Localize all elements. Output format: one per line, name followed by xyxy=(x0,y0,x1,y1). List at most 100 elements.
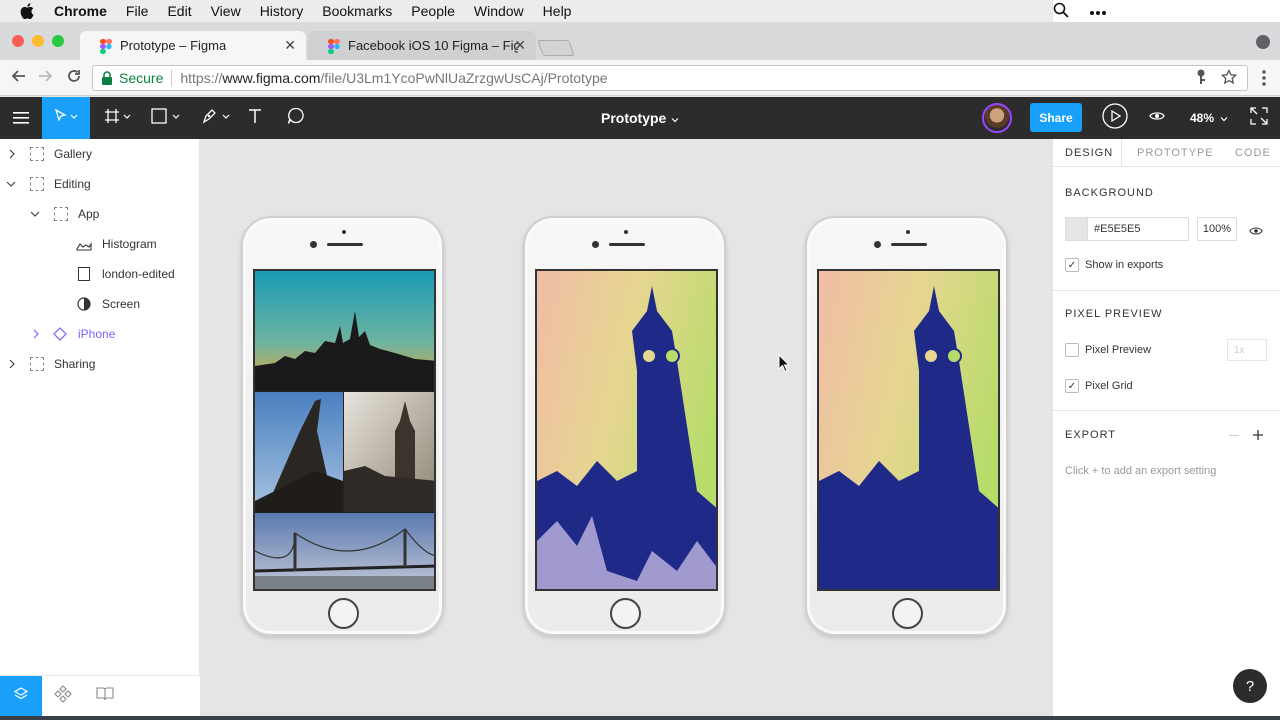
menu-people[interactable]: People xyxy=(411,3,455,19)
new-tab-button[interactable] xyxy=(537,40,575,56)
iphone-frame-gallery[interactable] xyxy=(241,216,444,636)
forward-arrow-icon[interactable] xyxy=(36,68,56,88)
chevron-right-icon[interactable] xyxy=(31,329,41,339)
tab-code[interactable]: CODE xyxy=(1235,139,1271,167)
gallery-screen[interactable] xyxy=(253,269,436,591)
gallery-photos xyxy=(255,271,434,589)
divider xyxy=(1053,410,1280,411)
menu-view[interactable]: View xyxy=(211,3,241,19)
share-button[interactable]: Share xyxy=(1030,103,1082,132)
chevron-down-icon[interactable] xyxy=(6,179,16,189)
sharing-screen[interactable] xyxy=(817,269,1000,591)
background-section-title: BACKGROUND xyxy=(1065,187,1154,199)
tab-prototype[interactable]: PROTOTYPE xyxy=(1137,139,1214,167)
tab-prototype-figma[interactable]: Prototype – Figma ✕ xyxy=(80,31,306,60)
comment-tool-button[interactable] xyxy=(282,97,310,139)
editing-screen[interactable] xyxy=(535,269,718,591)
layer-label: Screen xyxy=(102,297,141,311)
layer-histogram[interactable]: Histogram xyxy=(0,229,200,259)
tab-label: Prototype – Figma xyxy=(120,38,227,53)
close-window-button[interactable] xyxy=(12,35,24,47)
pixel-preview-scale-select[interactable]: 1x xyxy=(1227,339,1267,361)
menu-edit[interactable]: Edit xyxy=(167,3,191,19)
chevron-right-icon[interactable] xyxy=(7,359,17,369)
phone-camera xyxy=(310,241,317,248)
home-button[interactable] xyxy=(328,598,359,629)
iphone-frame-editing[interactable] xyxy=(523,216,726,636)
menu-help[interactable]: Help xyxy=(543,3,572,19)
show-in-exports-checkbox[interactable]: ✓ xyxy=(1065,258,1079,272)
home-button[interactable] xyxy=(892,598,923,629)
rectangle-icon xyxy=(78,267,90,281)
menu-window[interactable]: Window xyxy=(474,3,524,19)
design-canvas[interactable] xyxy=(200,139,1052,716)
phone-camera xyxy=(874,241,881,248)
apple-icon[interactable] xyxy=(20,3,36,19)
maximize-window-button[interactable] xyxy=(52,35,64,47)
zoom-menu[interactable]: 48% xyxy=(1190,97,1228,139)
layers-tab[interactable] xyxy=(0,676,42,717)
layer-sharing[interactable]: Sharing xyxy=(0,349,200,379)
file-title-menu[interactable]: Prototype xyxy=(601,97,679,139)
menu-history[interactable]: History xyxy=(260,3,304,19)
background-opacity-field[interactable]: 100% xyxy=(1197,217,1237,241)
reload-icon[interactable] xyxy=(64,68,84,88)
key-icon[interactable] xyxy=(1195,69,1207,89)
lock-icon[interactable] xyxy=(101,71,113,85)
help-button[interactable]: ? xyxy=(1233,669,1267,703)
fullscreen-button[interactable] xyxy=(1246,97,1272,139)
library-tab[interactable] xyxy=(84,676,126,717)
home-button[interactable] xyxy=(610,598,641,629)
chevron-right-icon[interactable] xyxy=(7,149,17,159)
chrome-menu-icon[interactable] xyxy=(1262,69,1266,87)
view-settings-button[interactable] xyxy=(1146,97,1168,139)
menu-bookmarks[interactable]: Bookmarks xyxy=(322,3,392,19)
iphone-frame-screen[interactable] xyxy=(805,216,1008,636)
present-play-button[interactable] xyxy=(1101,97,1129,139)
frame-icon xyxy=(30,147,44,161)
components-tab[interactable] xyxy=(42,676,84,717)
minimize-window-button[interactable] xyxy=(32,35,44,47)
frame-icon xyxy=(30,357,44,371)
layer-editing[interactable]: Editing xyxy=(0,169,200,199)
pixel-preview-checkbox[interactable] xyxy=(1065,343,1079,357)
chevron-down-icon[interactable] xyxy=(30,209,40,219)
bookmark-star-icon[interactable] xyxy=(1220,68,1238,89)
tab-facebook-ios-figma[interactable]: Facebook iOS 10 Figma – Figm ✕ xyxy=(308,31,536,60)
macos-menubar: Chrome File Edit View History Bookmarks … xyxy=(0,0,1280,22)
add-export-plus-icon[interactable] xyxy=(1252,428,1264,446)
expand-icon xyxy=(1250,106,1268,130)
close-tab-icon[interactable]: ✕ xyxy=(284,37,296,54)
text-tool-button[interactable] xyxy=(242,97,268,139)
shape-tool-button[interactable] xyxy=(146,97,186,139)
hamburger-menu-icon[interactable] xyxy=(0,97,42,139)
background-color-field[interactable]: #E5E5E5 xyxy=(1065,217,1189,241)
menu-file[interactable]: File xyxy=(126,3,149,19)
tab-design[interactable]: DESIGN xyxy=(1065,139,1123,167)
menu-chrome[interactable]: Chrome xyxy=(54,3,107,19)
text-t-icon xyxy=(247,108,263,129)
back-arrow-icon[interactable] xyxy=(8,68,28,88)
address-bar[interactable]: Secure https://www.figma.com/file/U3Lm1Y… xyxy=(92,65,1248,91)
minus-icon[interactable] xyxy=(1229,435,1239,436)
user-avatar[interactable] xyxy=(982,103,1012,133)
half-circle-icon xyxy=(77,297,91,311)
layer-iphone[interactable]: iPhone xyxy=(0,319,200,349)
visibility-eye-icon[interactable] xyxy=(1249,223,1263,241)
pen-tool-button[interactable] xyxy=(196,97,236,139)
layer-gallery[interactable]: Gallery xyxy=(0,139,200,169)
layer-app[interactable]: App xyxy=(0,199,200,229)
frame-tool-button[interactable] xyxy=(98,97,138,139)
pixel-grid-label: Pixel Grid xyxy=(1085,380,1133,392)
pixel-grid-checkbox[interactable]: ✓ xyxy=(1065,379,1079,393)
figma-favicon-icon xyxy=(328,38,340,54)
close-tab-icon[interactable]: ✕ xyxy=(514,37,526,54)
spotlight-search-icon[interactable] xyxy=(1053,2,1069,21)
layer-screen[interactable]: Screen xyxy=(0,289,200,319)
layer-london-edited[interactable]: london-edited xyxy=(0,259,200,289)
move-tool-button[interactable] xyxy=(42,97,90,139)
notification-center-icon[interactable] xyxy=(1089,3,1107,19)
phone-speaker xyxy=(609,243,645,246)
color-swatch[interactable] xyxy=(1066,218,1088,240)
profile-icon[interactable] xyxy=(1256,35,1270,49)
